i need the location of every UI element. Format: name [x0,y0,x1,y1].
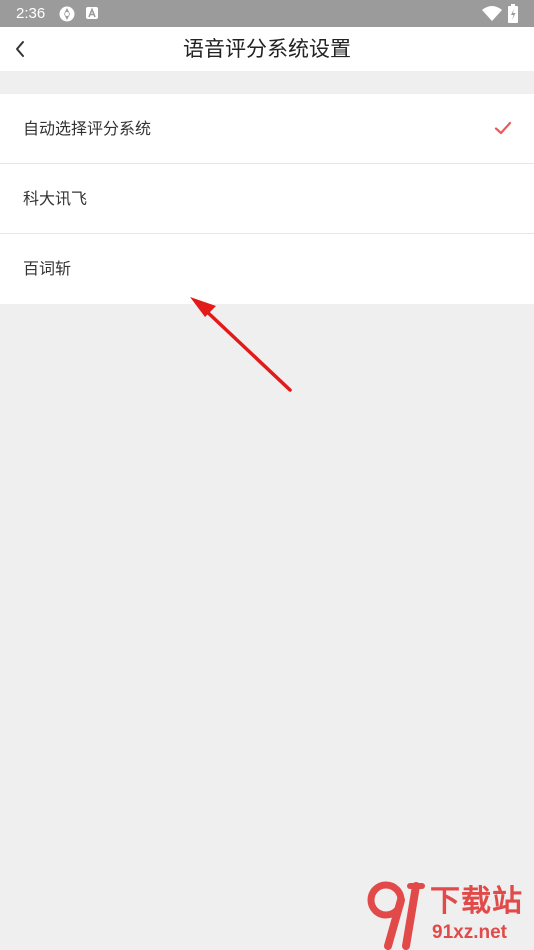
watermark-logo [367,881,425,950]
settings-sync-icon [58,5,76,28]
option-label: 百词斩 [23,259,72,278]
checkmark-icon [494,121,512,135]
scoring-system-options: 自动选择评分系统 科大讯飞 百词斩 [0,94,534,304]
status-time: 2:36 [16,5,46,22]
option-auto-select[interactable]: 自动选择评分系统 [0,94,534,164]
option-iflytek[interactable]: 科大讯飞 [0,164,534,234]
battery-icon [508,4,518,28]
watermark-url: 91xz.net [432,922,507,943]
wifi-icon [482,6,502,26]
option-label: 自动选择评分系统 [23,119,152,138]
watermark: 下载站 91xz.net [366,880,534,950]
option-baicizhan[interactable]: 百词斩 [0,234,534,304]
option-label: 科大讯飞 [23,189,88,208]
app-notification-icon [85,6,99,25]
app-bar: 语音评分系统设置 [0,27,534,71]
status-bar: 2:36 [0,0,534,27]
page-title: 语音评分系统设置 [183,37,351,61]
watermark-title: 下载站 [430,884,523,919]
chevron-left-icon [16,41,24,57]
back-button[interactable] [8,35,36,63]
